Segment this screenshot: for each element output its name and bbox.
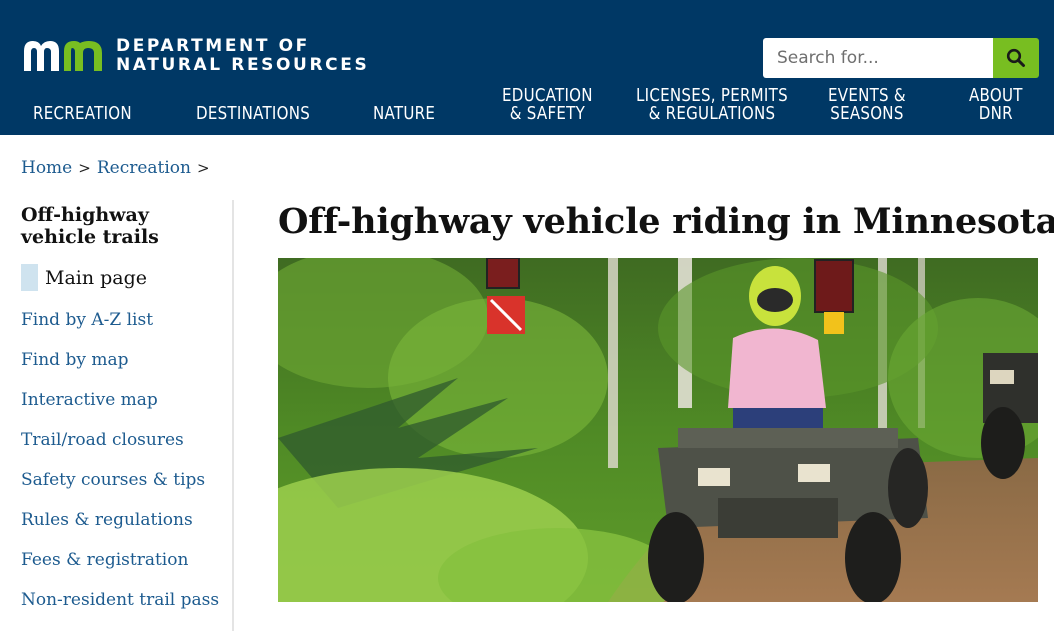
search-icon: [1006, 48, 1025, 67]
search-button[interactable]: [993, 38, 1039, 78]
atv-trail-photo: [278, 258, 1038, 602]
mn-logo-icon: [24, 41, 102, 71]
sidebar-item-closures[interactable]: Trail/road closures: [21, 430, 184, 450]
nav-licenses-permits-regulations[interactable]: LICENSES, PERMITS & REGULATIONS: [636, 87, 788, 123]
sidebar-item-interactive-map[interactable]: Interactive map: [21, 390, 158, 410]
breadcrumb-separator: >: [196, 159, 210, 177]
nav-events-seasons[interactable]: EVENTS & SEASONS: [828, 87, 906, 123]
sidebar-item-label: Main page: [45, 266, 148, 289]
dnr-logo[interactable]: DEPARTMENT OF NATURAL RESOURCES: [22, 37, 369, 75]
breadcrumb: Home > Recreation >: [21, 158, 216, 178]
sidebar-item-fees[interactable]: Fees & registration: [21, 550, 188, 570]
search-input[interactable]: [763, 38, 993, 78]
page-title: Off-highway vehicle riding in Minnesota: [278, 201, 1054, 242]
sidebar-item-find-by-map[interactable]: Find by map: [21, 350, 129, 370]
breadcrumb-recreation[interactable]: Recreation: [97, 158, 191, 178]
breadcrumb-separator: >: [78, 159, 91, 177]
sidebar-nav: Off-highway vehicle trails Main page Fin…: [0, 200, 234, 631]
nav-destinations[interactable]: DESTINATIONS: [196, 105, 310, 123]
sidebar-item-a-z-list[interactable]: Find by A-Z list: [21, 310, 153, 330]
nav-education-safety[interactable]: EDUCATION & SAFETY: [502, 87, 593, 123]
org-name: DEPARTMENT OF NATURAL RESOURCES: [116, 37, 369, 75]
main-nav: RECREATION DESTINATIONS NATURE EDUCATION…: [0, 84, 1054, 130]
search-form: [763, 38, 1039, 78]
sidebar-item-rules[interactable]: Rules & regulations: [21, 510, 193, 530]
sidebar-title: Off-highway vehicle trails: [21, 204, 159, 248]
hero-image: [278, 258, 1038, 602]
sidebar-item-non-resident-pass[interactable]: Non-resident trail pass: [21, 590, 219, 610]
current-page-marker: [21, 264, 38, 291]
breadcrumb-home[interactable]: Home: [21, 158, 72, 178]
org-name-line1: DEPARTMENT OF: [116, 36, 310, 56]
sidebar-item-main-page[interactable]: Main page: [21, 264, 147, 291]
sidebar-item-safety[interactable]: Safety courses & tips: [21, 470, 205, 490]
nav-about-dnr[interactable]: ABOUT DNR: [969, 87, 1023, 123]
site-header: DEPARTMENT OF NATURAL RESOURCES RECREATI…: [0, 0, 1054, 135]
nav-recreation[interactable]: RECREATION: [33, 105, 132, 123]
org-name-line2: NATURAL RESOURCES: [116, 55, 370, 75]
nav-nature[interactable]: NATURE: [373, 105, 435, 123]
